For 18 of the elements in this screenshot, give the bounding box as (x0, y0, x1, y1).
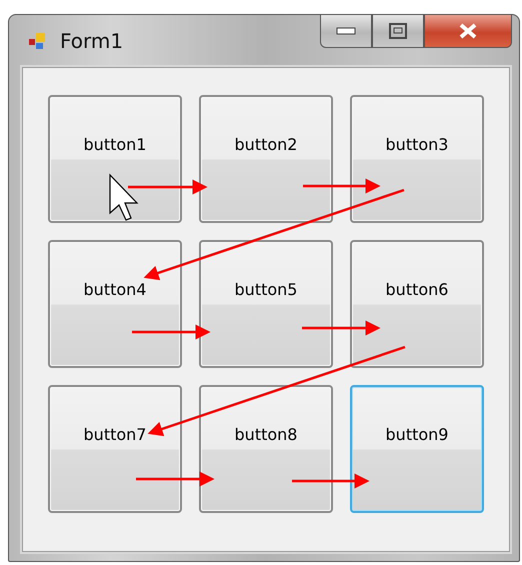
minimize-button[interactable] (320, 14, 372, 48)
form-button[interactable]: button7 (48, 385, 182, 513)
mouse-pointer-icon (109, 174, 138, 221)
form-button[interactable]: button5 (199, 240, 333, 368)
form-button[interactable]: button3 (350, 95, 484, 223)
maximize-icon (389, 23, 407, 39)
form-button[interactable]: button4 (48, 240, 182, 368)
maximize-button[interactable] (372, 14, 424, 48)
form-button[interactable]: button1 (48, 95, 182, 223)
form-button[interactable]: button2 (199, 95, 333, 223)
form-button[interactable]: button6 (350, 240, 484, 368)
form-button[interactable]: button9 (350, 385, 484, 513)
close-icon (458, 23, 478, 39)
minimize-icon (336, 27, 356, 35)
form-button[interactable]: button8 (199, 385, 333, 513)
window-title: Form1 (60, 29, 124, 53)
close-button[interactable] (424, 14, 512, 48)
app-icon (28, 31, 48, 51)
